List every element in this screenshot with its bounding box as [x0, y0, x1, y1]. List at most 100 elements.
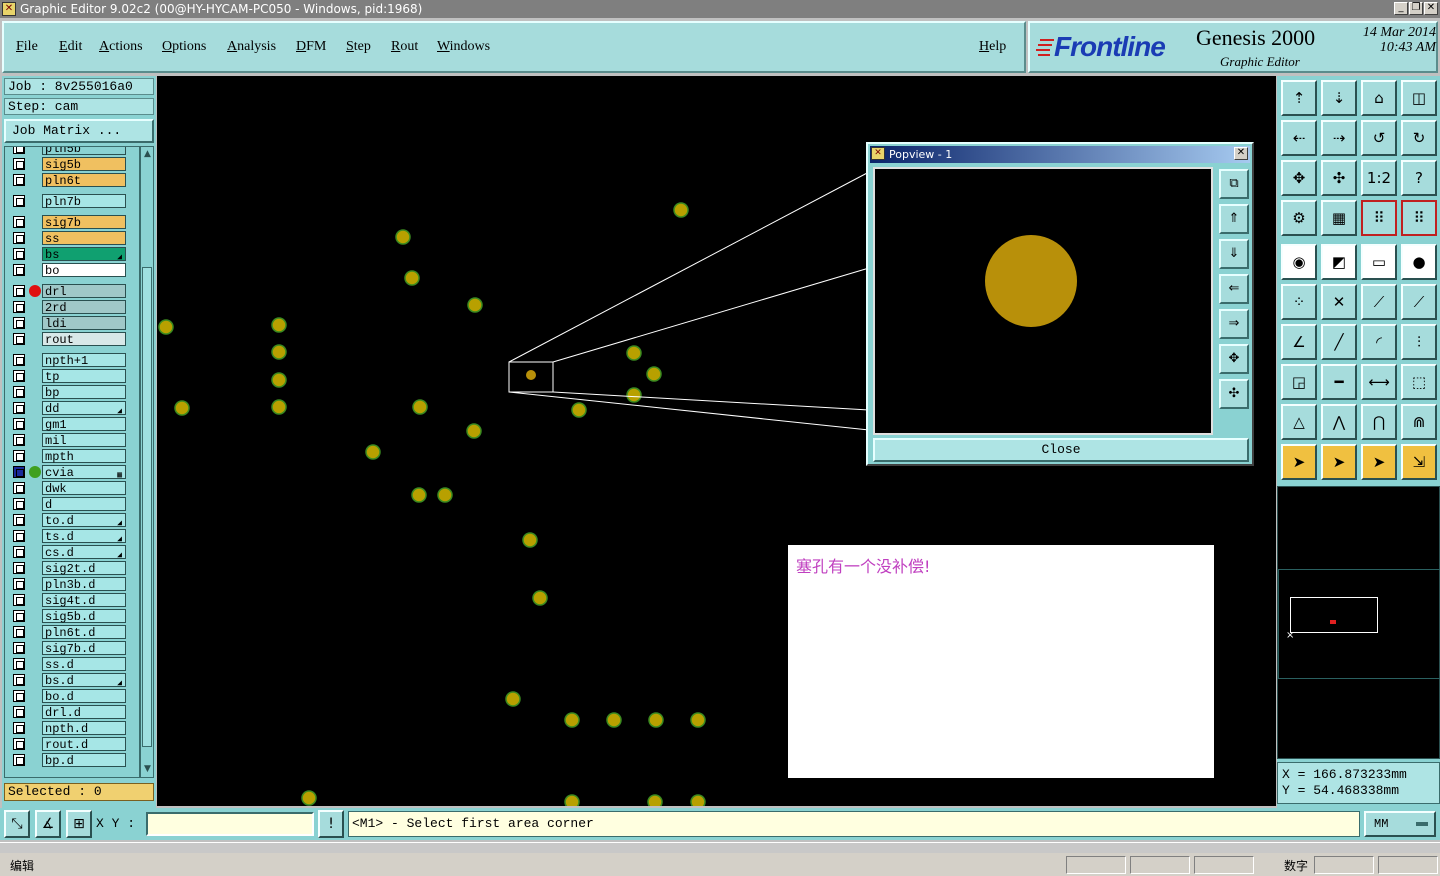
layer-checkbox[interactable]: [13, 370, 25, 382]
angle-mode-icon[interactable]: ∡: [35, 810, 61, 838]
layer-row[interactable]: rout: [5, 332, 139, 347]
layer-row[interactable]: sig7b.d: [5, 641, 139, 656]
layer-checkbox[interactable]: [13, 562, 25, 574]
layer-checkbox[interactable]: [13, 658, 25, 670]
layer-row[interactable]: rout.d: [5, 737, 139, 752]
layer-name[interactable]: rout: [42, 332, 126, 347]
zoom-in-icon[interactable]: ✥: [1281, 160, 1317, 196]
layer-checkbox[interactable]: [13, 546, 25, 558]
layer-name[interactable]: bs.d ◢: [42, 673, 126, 688]
layer-checkbox[interactable]: [13, 498, 25, 510]
layer-name[interactable]: mil: [42, 433, 126, 448]
popview-close-button[interactable]: Close: [873, 438, 1249, 462]
job-matrix-button[interactable]: Job Matrix ...: [4, 119, 154, 143]
layer-checkbox[interactable]: [13, 333, 25, 345]
layer-name[interactable]: drl.d: [42, 705, 126, 720]
layer-checkbox[interactable]: [13, 216, 25, 228]
layer-name[interactable]: sig7b: [42, 215, 126, 230]
layer-checkbox[interactable]: [13, 530, 25, 542]
layer-name[interactable]: sig5b.d: [42, 609, 126, 624]
layer-name[interactable]: tp: [42, 369, 126, 384]
snap-icon[interactable]: ⠿: [1361, 200, 1397, 236]
layer-checkbox[interactable]: [13, 434, 25, 446]
net-icon[interactable]: ⁘: [1281, 284, 1317, 320]
layer-name[interactable]: bp: [42, 385, 126, 400]
popview-zoom-out-icon[interactable]: ✣: [1219, 379, 1249, 409]
grid-mode-icon[interactable]: ⊞: [66, 810, 92, 838]
line-add-icon[interactable]: ⟋: [1361, 284, 1397, 320]
menu-options[interactable]: Options: [162, 39, 206, 55]
pointer-alt-icon[interactable]: ➤: [1361, 444, 1397, 480]
layer-row[interactable]: bp: [5, 385, 139, 400]
popview-zoom-fit-icon[interactable]: ⧉: [1219, 169, 1249, 199]
layer-name[interactable]: 2rd: [42, 300, 126, 315]
layer-name[interactable]: mpth: [42, 449, 126, 464]
layer-row[interactable]: sig5b.d: [5, 609, 139, 624]
popview-zoom-in-icon[interactable]: ✥: [1219, 344, 1249, 374]
layer-row[interactable]: ldi: [5, 316, 139, 331]
layer-name[interactable]: pln6t.d: [42, 625, 126, 640]
layer-row[interactable]: bs ◢: [5, 247, 139, 262]
layer-checkbox[interactable]: [13, 147, 25, 154]
triangle-icon[interactable]: △: [1281, 404, 1317, 440]
layer-name[interactable]: d: [42, 497, 126, 512]
layer-checkbox[interactable]: [13, 285, 25, 297]
layer-checkbox[interactable]: [13, 626, 25, 638]
layer-row[interactable]: pln6t: [5, 173, 139, 188]
arch-cross-icon[interactable]: ⋒: [1401, 404, 1437, 440]
layer-row[interactable]: bo.d: [5, 689, 139, 704]
zoom-right-icon[interactable]: ⇢: [1321, 120, 1357, 156]
peak-icon[interactable]: ⋀: [1321, 404, 1357, 440]
layer-row[interactable]: dwk: [5, 481, 139, 496]
zoom-home-icon[interactable]: ⇡: [1281, 80, 1317, 116]
shapes-icon[interactable]: ⬚: [1401, 364, 1437, 400]
home-icon[interactable]: ⌂: [1361, 80, 1397, 116]
layer-name[interactable]: pln3b.d: [42, 577, 126, 592]
feature-select-icon[interactable]: ◉: [1281, 244, 1317, 280]
layer-checkbox[interactable]: [13, 386, 25, 398]
line-edit-icon[interactable]: ⟋: [1401, 284, 1437, 320]
layer-name[interactable]: ts.d ◢: [42, 529, 126, 544]
layer-checkbox[interactable]: [13, 354, 25, 366]
layer-checkbox[interactable]: [13, 690, 25, 702]
layer-row[interactable]: dd ◢: [5, 401, 139, 416]
panel-layout-icon[interactable]: ◫: [1401, 80, 1437, 116]
grid-icon[interactable]: ▦: [1321, 200, 1357, 236]
layer-checkbox[interactable]: [13, 482, 25, 494]
layer-name[interactable]: dwk: [42, 481, 126, 496]
overview-map[interactable]: ×: [1277, 486, 1440, 759]
layer-name[interactable]: sig5b: [42, 157, 126, 172]
layer-name[interactable]: ss: [42, 231, 126, 246]
layer-checkbox[interactable]: [13, 248, 25, 260]
layer-checkbox[interactable]: [13, 174, 25, 186]
layer-row[interactable]: bp.d: [5, 753, 139, 768]
pointer-net-icon[interactable]: ⇲: [1401, 444, 1437, 480]
layer-row[interactable]: pln3b.d: [5, 577, 139, 592]
layer-row[interactable]: ss.d: [5, 657, 139, 672]
help-query-icon[interactable]: ?: [1401, 160, 1437, 196]
menu-step[interactable]: Step: [346, 39, 371, 55]
undo-zoom-icon[interactable]: ↺: [1361, 120, 1397, 156]
layer-name[interactable]: bs ◢: [42, 247, 126, 262]
layer-name[interactable]: ss.d: [42, 657, 126, 672]
stretch-icon[interactable]: ⟷: [1361, 364, 1397, 400]
layer-row[interactable]: 2rd: [5, 300, 139, 315]
menu-analysis[interactable]: Analysis: [227, 39, 276, 55]
layer-name[interactable]: pln5b: [42, 147, 126, 156]
layer-row[interactable]: tp: [5, 369, 139, 384]
settings-icon[interactable]: ⚙: [1281, 200, 1317, 236]
popview-pan-up-icon[interactable]: ⇑: [1219, 204, 1249, 234]
layer-checkbox[interactable]: [13, 195, 25, 207]
layer-checkbox[interactable]: [13, 317, 25, 329]
layer-name[interactable]: to.d ◢: [42, 513, 126, 528]
popview-pan-right-icon[interactable]: ⇒: [1219, 309, 1249, 339]
menu-actions[interactable]: Actions: [99, 39, 143, 55]
layer-row[interactable]: pln7b: [5, 194, 139, 209]
layer-name[interactable]: bo.d: [42, 689, 126, 704]
layer-checkbox[interactable]: [13, 706, 25, 718]
layer-checkbox[interactable]: [13, 674, 25, 686]
layer-checkbox[interactable]: [13, 232, 25, 244]
layer-checkbox[interactable]: [13, 578, 25, 590]
minimize-button[interactable]: _: [1394, 2, 1408, 15]
slash-icon[interactable]: ╱: [1321, 324, 1357, 360]
